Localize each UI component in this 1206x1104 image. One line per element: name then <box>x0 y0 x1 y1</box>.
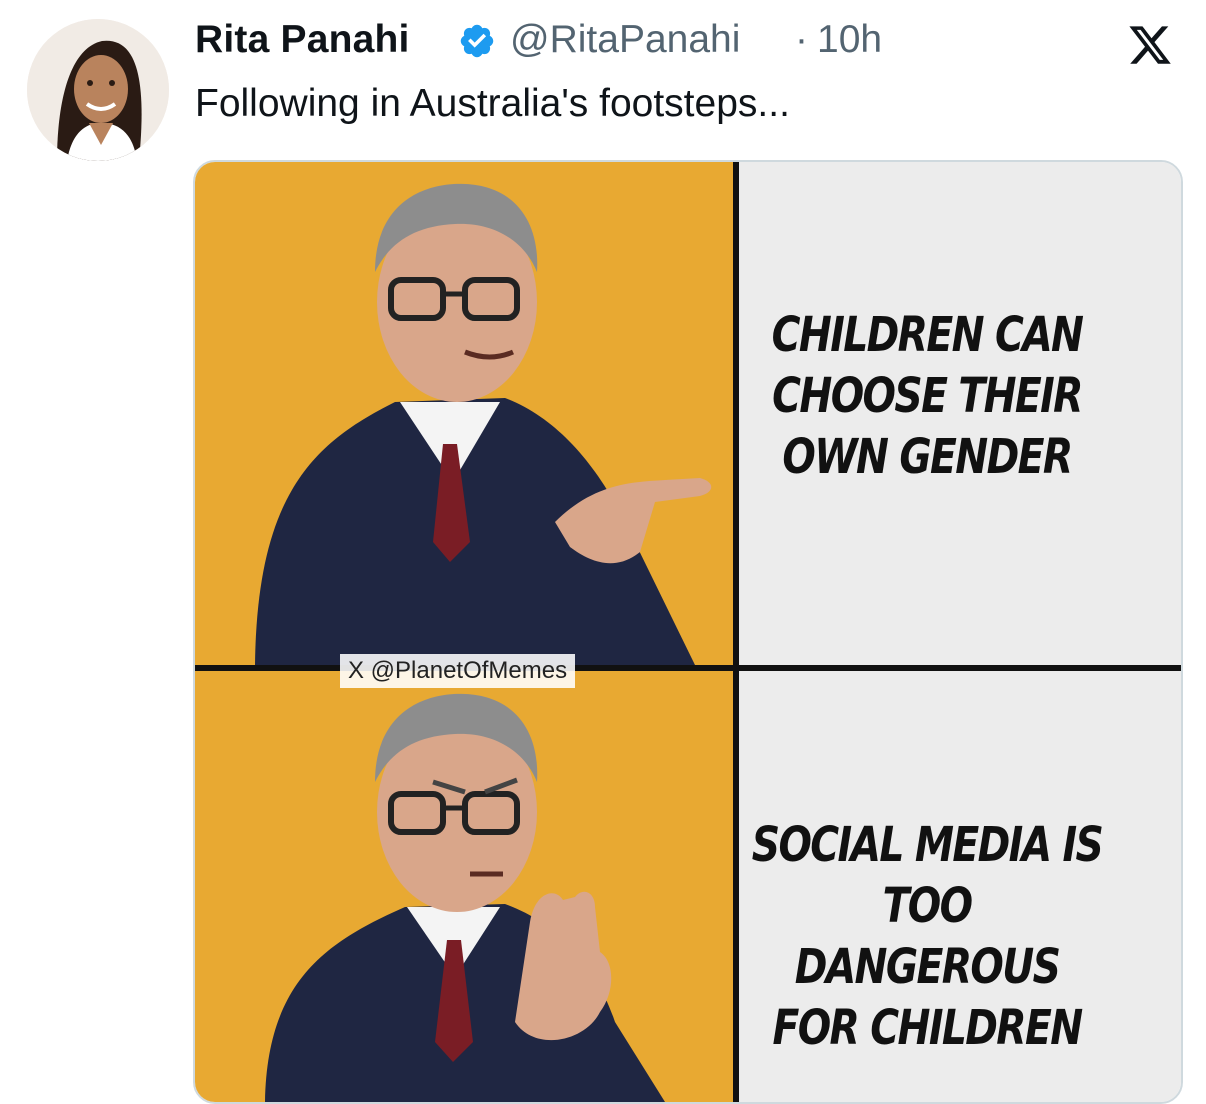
author-avatar[interactable] <box>27 19 169 161</box>
tweet-media-image[interactable]: X @PlanetOfMemes CHILDREN CAN CHOOSE THE… <box>193 160 1183 1104</box>
meme-top-caption: CHILDREN CAN CHOOSE THEIR OWN GENDER <box>771 307 1084 485</box>
meme-vertical-divider <box>733 162 739 1102</box>
tweet-timestamp[interactable]: 10h <box>817 14 882 66</box>
author-name[interactable]: Rita Panahi <box>195 14 410 66</box>
separator-dot: · <box>795 18 808 61</box>
tweet-text: Following in Australia's footsteps... <box>195 82 790 125</box>
verified-badge-icon <box>460 24 494 58</box>
meme-bottom-caption: SOCIAL MEDIA IS TOO DANGEROUS FOR CHILDR… <box>751 817 1104 1056</box>
author-handle[interactable]: @RitaPanahi <box>510 14 740 66</box>
meme-watermark: X @PlanetOfMemes <box>340 654 576 688</box>
x-logo-icon[interactable] <box>1124 22 1176 68</box>
